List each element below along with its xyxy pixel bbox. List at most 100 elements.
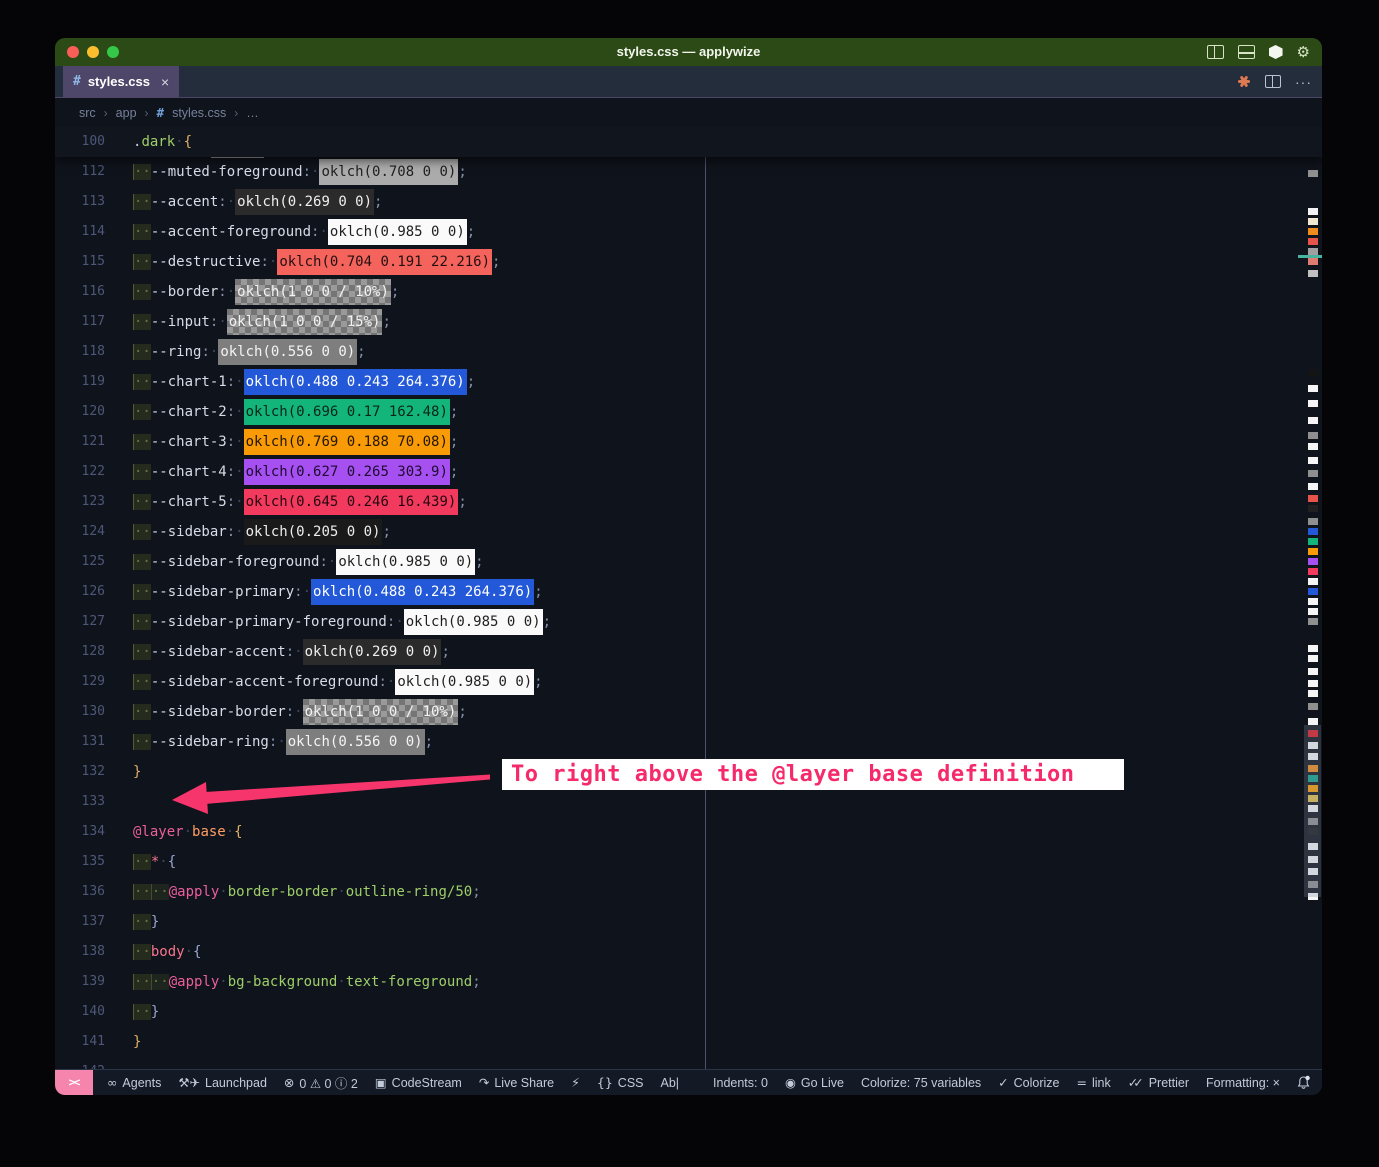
code-text: ··--sidebar-accent:·oklch(0.269 0 0); (133, 637, 450, 667)
vscode-window: styles.css — applywize ⚙ # styles.css × … (55, 38, 1322, 1095)
codestream-icon: ▣ (375, 1075, 387, 1090)
line-number: 121 (55, 427, 105, 457)
colorize-count-label: Colorize: 75 variables (861, 1076, 981, 1090)
code-text: } (133, 757, 141, 787)
more-actions-icon[interactable]: ··· (1295, 74, 1312, 90)
line-number: 117 (55, 307, 105, 337)
code-line: 140··} (55, 997, 1322, 1027)
line-number: 122 (55, 457, 105, 487)
code-text: ··--sidebar-accent-foreground:·oklch(0.9… (133, 667, 543, 697)
status-item-colorize-count[interactable]: Colorize: 75 variables (861, 1076, 981, 1090)
breadcrumb-item[interactable]: styles.css (172, 106, 226, 120)
code-line: 121··--chart-3:·oklch(0.769 0.188 70.08)… (55, 427, 1322, 457)
code-line: 129··--sidebar-accent-foreground:·oklch(… (55, 667, 1322, 697)
line-number: 100 (55, 127, 105, 157)
code-editor[interactable]: 100.dark·{112··--muted-foreground:·oklch… (55, 127, 1322, 1070)
code-line: 139 ····@apply·bg-background·text-foregro… (55, 967, 1322, 997)
status-item-go-live[interactable]: ◉Go Live (785, 1075, 844, 1090)
breadcrumb-item[interactable]: app (116, 106, 137, 120)
code-line: 123··--chart-5:·oklch(0.645 0.246 16.439… (55, 487, 1322, 517)
close-tab-icon[interactable]: × (161, 74, 169, 90)
color-swatch: oklch(0.704 0.191 22.216) (277, 249, 492, 275)
status-item-agents[interactable]: ∞Agents (107, 1075, 161, 1090)
css-file-icon: # (73, 74, 81, 89)
launchpad-label: Launchpad (205, 1076, 267, 1090)
color-swatch: oklch(0.556 0 0) (286, 729, 425, 755)
line-number: 135 (55, 847, 105, 877)
extension-cube-icon[interactable] (1269, 45, 1283, 59)
status-item-diagnostics[interactable]: ⊗0 ⚠ 0 ⓘ 2 (284, 1073, 358, 1092)
breadcrumb-item[interactable]: src (79, 106, 96, 120)
status-item-prettier[interactable]: ✓✓Prettier (1128, 1075, 1189, 1090)
color-swatch: oklch(0.556 0 0) (218, 339, 357, 365)
code-line: 112 ··--muted-foreground:·oklch(0.708 0 0… (55, 157, 1322, 187)
remote-indicator[interactable]: >< (55, 1070, 93, 1095)
code-line: 124··--sidebar:·oklch(0.205 0 0); (55, 517, 1322, 547)
status-item-live-share[interactable]: ↷Live Share (479, 1075, 554, 1090)
line-number: 125 (55, 547, 105, 577)
link-icon: = (1077, 1075, 1087, 1090)
color-swatch: oklch(0.488 0.243 264.376) (311, 579, 534, 605)
agents-icon: ∞ (107, 1075, 117, 1090)
color-swatch: oklch(0.269 0 0) (303, 639, 442, 665)
line-number: 136 (55, 877, 105, 907)
code-text: ··--sidebar-primary-foreground:·oklch(0.… (133, 607, 551, 637)
status-item-language-css[interactable]: {}CSS (597, 1075, 644, 1090)
go-live-icon: ◉ (785, 1075, 796, 1090)
line-number: 139 (55, 967, 105, 997)
code-text: ··body·{ (133, 937, 201, 967)
line-number: 141 (55, 1027, 105, 1057)
code-text: ··--sidebar-border:·oklch(1 0 0 / 10%); (133, 697, 467, 727)
color-swatch: oklch(0.269 0 0) (235, 189, 374, 215)
line-number: 115 (55, 247, 105, 277)
window-title: styles.css — applywize (55, 38, 1322, 66)
line-number: 118 (55, 337, 105, 367)
breadcrumb-item[interactable]: … (246, 106, 259, 120)
toggle-panel-icon[interactable] (1238, 45, 1255, 59)
status-item-colorize[interactable]: ✓Colorize (998, 1075, 1059, 1090)
css-file-icon: # (157, 105, 165, 120)
code-text: ··--muted-foreground:·oklch(0.708 0 0); (133, 157, 467, 187)
extension-starburst-icon[interactable] (1237, 75, 1251, 89)
status-item-codestream[interactable]: ▣CodeStream (375, 1075, 462, 1090)
color-swatch: oklch(0.708 0 0) (319, 159, 458, 185)
code-line: 117 ··--input:·oklch(1 0 0 / 15%); (55, 307, 1322, 337)
status-item-indents[interactable]: Indents: 0 (713, 1076, 768, 1090)
color-swatch: oklch(0.769 0.188 70.08) (244, 429, 450, 455)
code-text: ··--sidebar-foreground:·oklch(0.985 0 0)… (133, 547, 484, 577)
code-text: ··} (133, 907, 159, 937)
line-number: 134 (55, 817, 105, 847)
formatting-label: Formatting: × (1206, 1076, 1280, 1090)
live-share-label: Live Share (494, 1076, 554, 1090)
line-number: 137 (55, 907, 105, 937)
annotation-box: To right above the @layer base definitio… (502, 759, 1124, 790)
code-line: 114··--accent-foreground:·oklch(0.985 0 … (55, 217, 1322, 247)
code-text: ··--accent:·oklch(0.269 0 0); (133, 187, 382, 217)
status-item-abl[interactable]: Ab| (661, 1076, 680, 1090)
code-text: ··--sidebar-ring:·oklch(0.556 0 0); (133, 727, 433, 757)
scrollbar-slider[interactable] (1304, 725, 1321, 897)
code-text: ····@apply·bg-background·text-foreground… (133, 967, 481, 997)
status-item-lightning[interactable]: ⚡ (571, 1075, 580, 1090)
colorize-icon: ✓ (998, 1075, 1008, 1090)
line-number: 138 (55, 937, 105, 967)
code-text: } (133, 1027, 141, 1057)
code-text: ··--chart-4:·oklch(0.627 0.265 303.9); (133, 457, 458, 487)
line-number: 124 (55, 517, 105, 547)
line-number: 112 (55, 157, 105, 187)
status-item-launchpad[interactable]: ⚒✈Launchpad (178, 1075, 267, 1090)
tab-styles-css[interactable]: # styles.css × (63, 66, 179, 97)
code-text: ··--input:·oklch(1 0 0 / 15%); (133, 307, 391, 337)
line-number: 133 (55, 787, 105, 817)
code-line: 137 ··} (55, 907, 1322, 937)
code-line: 122 ··--chart-4:·oklch(0.627 0.265 303.9)… (55, 457, 1322, 487)
color-swatch: oklch(0.985 0 0) (328, 219, 467, 245)
gear-icon[interactable]: ⚙ (1297, 45, 1310, 60)
status-item-link[interactable]: =link (1077, 1075, 1111, 1090)
status-item-formatting[interactable]: Formatting: × (1206, 1076, 1280, 1090)
bell-icon[interactable] (1297, 1075, 1310, 1090)
toggle-sidebar-icon[interactable] (1207, 45, 1224, 59)
code-text: ··--chart-2:·oklch(0.696 0.17 162.48); (133, 397, 458, 427)
split-editor-icon[interactable] (1265, 75, 1281, 88)
prettier-icon: ✓✓ (1128, 1075, 1144, 1090)
